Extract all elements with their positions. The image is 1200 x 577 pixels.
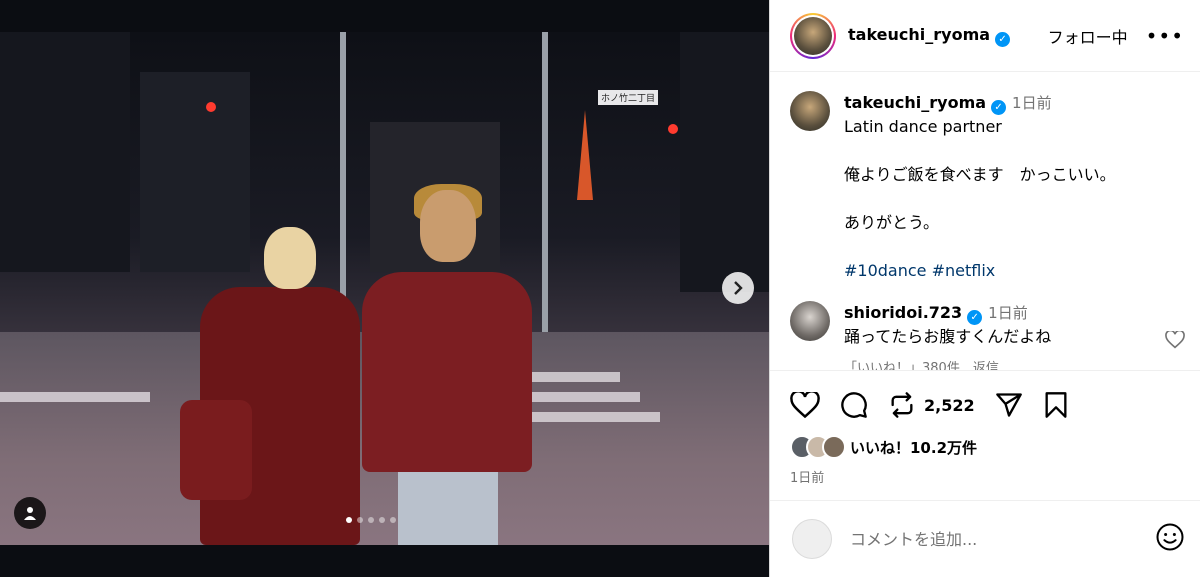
avatar-image xyxy=(794,16,832,55)
bookmark-icon[interactable] xyxy=(1043,391,1069,419)
post-timestamp[interactable]: 1日前 xyxy=(790,467,1181,486)
comment-time[interactable]: 1日前 xyxy=(988,304,1028,322)
liker-avatar xyxy=(822,435,846,459)
comments-area[interactable]: takeuchi_ryoma ✓ 1日前 Latin dance partner 俺… xyxy=(770,73,1200,370)
street-pole xyxy=(542,32,548,332)
likes-summary[interactable]: いいね！10.2万件 xyxy=(790,435,1181,459)
tokyo-tower xyxy=(577,110,593,200)
caption-line: Latin dance partner xyxy=(844,117,1002,136)
building xyxy=(0,32,130,272)
carousel-dot xyxy=(379,517,385,523)
carousel-dot xyxy=(346,517,352,523)
caption-hashtags: #10dance #netflix xyxy=(844,259,1116,283)
traffic-light xyxy=(668,124,678,134)
man-head xyxy=(420,190,476,262)
woman-head xyxy=(264,227,316,289)
caption-line: ありがとう。 xyxy=(844,213,940,232)
author-username-text[interactable]: takeuchi_ryoma xyxy=(848,25,990,44)
building xyxy=(140,72,250,272)
comment-item: shioridoi.723 ✓ 1日前 踊ってたらお腹すくんだよね 「いいね！」38… xyxy=(790,301,1185,370)
current-user-avatar xyxy=(792,519,832,559)
carousel-dots xyxy=(346,517,396,523)
hashtag-link[interactable]: #10dance xyxy=(844,261,927,280)
comment-meta[interactable]: 「いいね！」380件 返信 xyxy=(844,357,1051,370)
caption-line: 俺よりご飯を食べます かっこいい。 xyxy=(844,165,1116,184)
repost-count[interactable]: 2,522 xyxy=(924,396,975,415)
add-comment-bar xyxy=(770,500,1200,577)
comment-input[interactable] xyxy=(850,529,1155,549)
likes-count[interactable]: いいね！10.2万件 xyxy=(850,437,977,458)
post-photo: ホノ竹二丁目 xyxy=(0,32,769,545)
caption: takeuchi_ryoma ✓ 1日前 Latin dance partner 俺… xyxy=(790,91,1185,283)
crosswalk-stripe xyxy=(0,392,150,402)
carousel-dot xyxy=(390,517,396,523)
comment-icon[interactable] xyxy=(840,391,868,419)
post-header: takeuchi_ryoma ✓ フォロー中 ••• xyxy=(770,0,1200,72)
carousel-dot xyxy=(368,517,374,523)
author-username[interactable]: takeuchi_ryoma ✓ xyxy=(848,25,1011,47)
post-side-panel: takeuchi_ryoma ✓ フォロー中 ••• takeuchi_ryoma… xyxy=(769,0,1200,577)
carousel-dot xyxy=(357,517,363,523)
traffic-light xyxy=(206,102,216,112)
caption-avatar[interactable] xyxy=(790,91,830,131)
author-avatar[interactable] xyxy=(790,12,836,59)
media-viewer: ホノ竹二丁目 xyxy=(0,0,769,577)
caption-time[interactable]: 1日前 xyxy=(1012,94,1052,112)
crosswalk-stripe xyxy=(520,412,660,422)
handbag xyxy=(180,400,252,500)
street-sign: ホノ竹二丁目 xyxy=(598,90,659,105)
commenter-avatar[interactable] xyxy=(790,301,830,341)
man-pants xyxy=(398,462,498,545)
heart-icon[interactable] xyxy=(790,391,820,419)
repost-icon[interactable]: 2,522 xyxy=(888,391,975,419)
more-icon[interactable]: ••• xyxy=(1146,24,1184,48)
hashtag-link[interactable]: #netflix xyxy=(932,261,996,280)
verified-icon: ✓ xyxy=(991,100,1007,115)
verified-icon: ✓ xyxy=(967,310,983,325)
tag-user-icon[interactable] xyxy=(14,497,46,529)
share-icon[interactable] xyxy=(995,391,1023,419)
comment-like-icon[interactable] xyxy=(1165,329,1185,353)
following-button[interactable]: フォロー中 xyxy=(1048,24,1128,48)
man-figure xyxy=(362,272,532,472)
street-pole xyxy=(340,32,346,332)
building xyxy=(680,32,769,292)
commenter-username[interactable]: shioridoi.723 xyxy=(844,303,962,322)
next-icon[interactable] xyxy=(722,272,754,304)
caption-username[interactable]: takeuchi_ryoma xyxy=(844,93,986,112)
emoji-icon[interactable] xyxy=(1155,522,1185,556)
verified-icon: ✓ xyxy=(995,31,1011,47)
comment-text: 踊ってたらお腹すくんだよね xyxy=(844,327,1052,346)
